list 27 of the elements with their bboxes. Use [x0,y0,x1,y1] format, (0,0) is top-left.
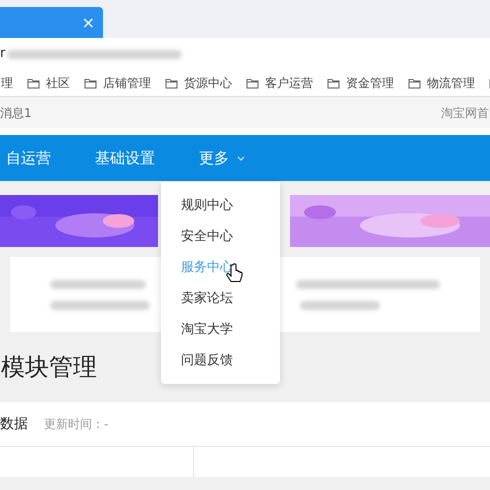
folder-icon [327,78,340,88]
panel-tab[interactable]: 数据 [0,414,28,434]
nav-menu-button[interactable]: 更多 [199,146,245,170]
menu-item[interactable]: 卖家论坛 [161,283,280,314]
bookmark-folder[interactable]: 物流管理 [408,74,475,92]
folder-icon [84,78,97,88]
nav-link[interactable]: 基础设置 [95,146,155,170]
menu-item[interactable]: 淘宝大学 [161,314,280,345]
bookmark-folder[interactable]: 店铺管理 [84,74,151,92]
bookmark-folder[interactable]: 客户运营 [246,74,313,92]
folder-icon [408,78,421,88]
bookmark-folder[interactable]: 资金管理 [327,74,394,92]
messages-link[interactable]: 消息1 [0,104,32,122]
folder-icon [165,78,178,88]
folder-icon [246,78,259,88]
address-text[interactable]: r [0,44,6,64]
section-title: 模块管理 [1,352,97,383]
menu-item[interactable]: 问题反馈 [161,345,280,376]
update-time: 更新时间：- [44,416,108,433]
nav-link[interactable]: 自运营 [6,146,51,170]
menu-item[interactable]: 安全中心 [161,221,280,252]
bookmark-text[interactable]: 理 [1,74,13,92]
bookmark-folder[interactable]: 社区 [27,74,70,92]
folder-icon [27,78,40,88]
bookmark-folder[interactable]: 货源中心 [165,74,232,92]
menu-item[interactable]: 规则中心 [161,190,280,221]
caret-icon [237,156,245,160]
